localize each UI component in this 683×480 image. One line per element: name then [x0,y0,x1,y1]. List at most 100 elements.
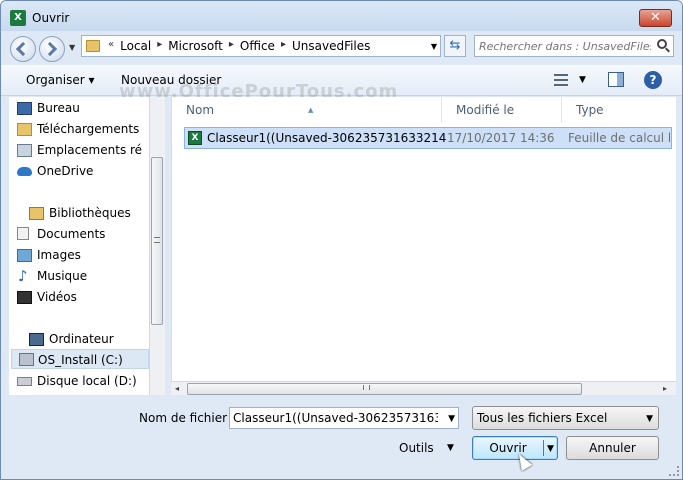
excel-file-icon: X [188,131,202,145]
scroll-grip-icon [363,385,370,390]
address-bar[interactable]: « Local ▸ Microsoft ▸ Office ▸ UnsavedFi… [81,35,441,57]
close-button[interactable]: ✕ [639,9,672,27]
videos-icon [17,291,32,304]
breadcrumb-separator-icon[interactable]: ▸ [157,39,162,53]
organize-button[interactable]: Organiser ▾ [26,73,94,87]
os-drive-icon [19,353,34,366]
sidebar-item-recent-places[interactable]: Emplacements ré [17,140,143,160]
column-header-modified[interactable]: Modifié le [442,97,562,123]
breadcrumb-office[interactable]: Office [240,39,275,53]
preview-pane-icon[interactable] [608,72,624,87]
tools-menu-button[interactable]: Outils [399,441,434,455]
filename-input[interactable] [233,410,438,426]
column-header-type[interactable]: Type [562,97,677,123]
sidebar-item-videos[interactable]: Vidéos [17,287,77,307]
breadcrumb: « Local ▸ Microsoft ▸ Office ▸ UnsavedFi… [108,39,370,53]
sidebar-item-onedrive[interactable]: OneDrive [17,161,93,181]
sidebar-item-label: Images [37,248,81,262]
sidebar-item-computer[interactable]: Ordinateur [27,329,114,349]
file-type: Feuille de calcul bi... [568,131,670,145]
column-header-label: Type [576,103,604,117]
sidebar-item-music[interactable]: Musique [18,266,88,286]
sidebar-item-label: Téléchargements [37,122,140,136]
cancel-button[interactable]: Annuler [566,436,659,460]
search-icon[interactable] [657,39,667,49]
breadcrumb-microsoft[interactable]: Microsoft [168,39,223,53]
sidebar-item-label: Emplacements ré [37,143,143,157]
split-divider [543,440,544,456]
onedrive-cloud-icon [17,167,32,176]
scroll-left-icon[interactable]: ◂ [175,384,179,393]
resize-grip-icon[interactable] [669,466,679,476]
file-modified: 17/10/2017 14:36 [447,131,555,145]
filename-label: Nom de fichier : [139,411,235,425]
sidebar-item-downloads[interactable]: Téléchargements [17,119,140,139]
sidebar-item-label: Disque local (D:) [37,374,137,388]
navigation-pane: Bureau Téléchargements Emplacements ré O… [9,97,165,395]
excel-app-icon: X [10,10,26,26]
search-input[interactable] [479,38,651,54]
address-dropdown-icon[interactable]: ▼ [431,42,437,51]
downloads-folder-icon [17,123,32,136]
sidebar-item-label: Bureau [37,101,80,115]
horizontal-scrollbar[interactable]: ◂ ▸ [171,381,676,395]
column-header-name[interactable]: Nom ▲ [172,97,442,123]
local-disk-icon [17,377,32,386]
sidebar-item-label: Bibliothèques [49,206,131,220]
computer-icon [29,333,44,346]
desktop-icon [17,102,32,115]
back-arrow-icon [15,41,31,57]
forward-button[interactable] [39,36,65,62]
history-marker[interactable]: « [108,39,114,53]
chevron-down-icon[interactable]: ▼ [448,414,455,424]
scroll-right-icon[interactable]: ▸ [663,384,667,393]
sidebar-item-libraries[interactable]: Bibliothèques [27,203,131,223]
chevron-down-icon[interactable]: ▼ [646,414,653,424]
sidebar-item-label: Documents [37,227,106,241]
title-bar[interactable]: X Ouvrir ✕ [1,1,682,31]
sidebar-item-label: OS_Install (C:) [38,353,123,367]
breadcrumb-separator-icon[interactable]: ▸ [281,39,286,53]
recent-locations-dropdown[interactable]: ▼ [69,43,75,52]
sort-ascending-icon: ▲ [308,106,314,114]
scroll-grip-icon [154,237,160,243]
libraries-icon [29,207,44,220]
breadcrumb-unsavedfiles[interactable]: UnsavedFiles [292,39,370,53]
file-list: Nom ▲ Modifié le Type X Classeur1((Unsav… [171,97,677,395]
sidebar-item-images[interactable]: Images [17,245,81,265]
sidebar-item-label: Musique [37,269,88,283]
view-options-icon[interactable] [554,74,568,86]
file-type-filter-value: Tous les fichiers Excel [477,411,608,425]
file-name: Classeur1((Unsaved-306235731633214204)) [207,131,447,145]
documents-icon [17,227,29,240]
images-icon [17,249,32,262]
chevron-down-icon[interactable]: ▼ [447,443,454,453]
breadcrumb-local[interactable]: Local [120,39,151,53]
music-icon [17,266,32,286]
sidebar-item-label: Vidéos [37,290,77,304]
back-button[interactable] [10,36,36,62]
view-dropdown-icon[interactable]: ▼ [579,75,586,85]
recent-places-icon [17,144,32,157]
sidebar-item-label: Ordinateur [49,332,114,346]
sidebar-item-desktop[interactable]: Bureau [17,98,80,118]
open-options-dropdown-icon[interactable]: ▼ [547,438,554,460]
column-header-label: Modifié le [456,103,515,117]
sidebar-item-os-install[interactable]: OS_Install (C:) [11,349,149,369]
search-box[interactable] [474,35,674,57]
folder-icon [86,40,100,52]
help-icon[interactable]: ? [644,71,662,89]
table-row[interactable]: X Classeur1((Unsaved-306235731633214204)… [184,127,672,149]
file-type-filter[interactable]: Tous les fichiers Excel ▼ [472,406,659,430]
dialog-title: Ouvrir [32,11,70,25]
sidebar-item-local-disk[interactable]: Disque local (D:) [17,371,137,391]
breadcrumb-separator-icon[interactable]: ▸ [229,39,234,53]
filename-field[interactable]: ▼ [229,407,459,429]
horizontal-scroll-thumb[interactable] [187,383,582,395]
refresh-button[interactable]: ⇆ [444,35,466,57]
column-header-label: Nom [186,103,215,117]
open-dialog: X Ouvrir ✕ ▼ « Local ▸ Microsoft ▸ Offic… [0,0,683,480]
open-button-label: Ouvrir [489,441,527,455]
sidebar-item-documents[interactable]: Documents [17,224,106,244]
forward-arrow-icon [42,41,58,57]
